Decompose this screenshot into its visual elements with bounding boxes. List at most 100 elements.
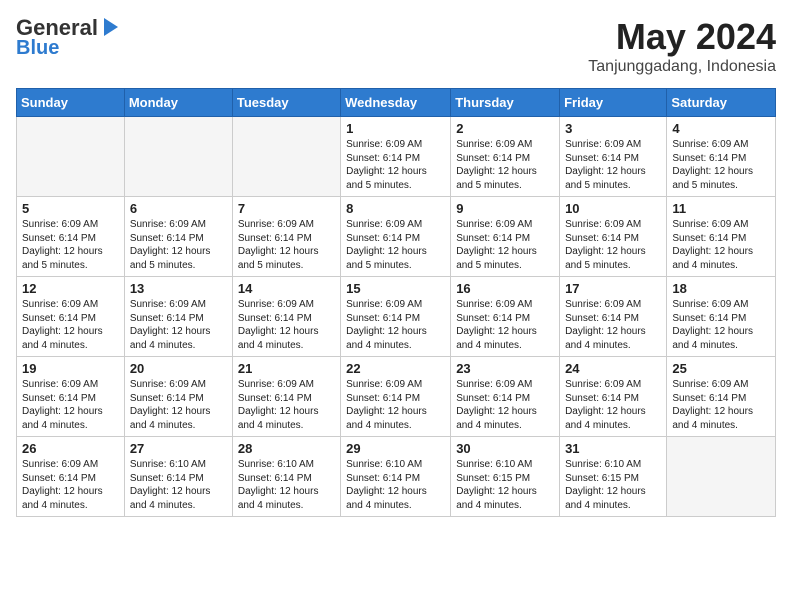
- day-info: Sunrise: 6:09 AM Sunset: 6:14 PM Dayligh…: [672, 138, 770, 192]
- calendar-week-1: 1 Sunrise: 6:09 AM Sunset: 6:14 PM Daylig…: [17, 117, 776, 197]
- calendar-cell: 28 Sunrise: 6:10 AM Sunset: 6:14 PM Dayli…: [232, 437, 340, 517]
- calendar-cell: 7 Sunrise: 6:09 AM Sunset: 6:14 PM Daylig…: [232, 197, 340, 277]
- day-number: 19: [22, 361, 119, 376]
- calendar-header-row: SundayMondayTuesdayWednesdayThursdayFrid…: [17, 89, 776, 117]
- day-number: 30: [456, 441, 554, 456]
- day-info: Sunrise: 6:09 AM Sunset: 6:14 PM Dayligh…: [130, 218, 227, 272]
- day-info: Sunrise: 6:09 AM Sunset: 6:14 PM Dayligh…: [456, 378, 554, 432]
- page-header: General Blue May 2024 Tanjunggadang, Ind…: [16, 16, 776, 76]
- month-title: May 2024: [588, 16, 776, 58]
- day-info: Sunrise: 6:09 AM Sunset: 6:14 PM Dayligh…: [565, 138, 661, 192]
- title-block: May 2024 Tanjunggadang, Indonesia: [588, 16, 776, 76]
- day-info: Sunrise: 6:09 AM Sunset: 6:14 PM Dayligh…: [130, 378, 227, 432]
- calendar-cell: 30 Sunrise: 6:10 AM Sunset: 6:15 PM Dayli…: [451, 437, 560, 517]
- calendar-cell: 1 Sunrise: 6:09 AM Sunset: 6:14 PM Daylig…: [341, 117, 451, 197]
- day-number: 2: [456, 121, 554, 136]
- calendar-cell: 16 Sunrise: 6:09 AM Sunset: 6:14 PM Dayli…: [451, 277, 560, 357]
- calendar-cell: 18 Sunrise: 6:09 AM Sunset: 6:14 PM Dayli…: [667, 277, 776, 357]
- calendar-cell: 31 Sunrise: 6:10 AM Sunset: 6:15 PM Dayli…: [560, 437, 667, 517]
- day-number: 27: [130, 441, 227, 456]
- day-info: Sunrise: 6:10 AM Sunset: 6:14 PM Dayligh…: [238, 458, 335, 512]
- day-number: 15: [346, 281, 445, 296]
- calendar-cell: 10 Sunrise: 6:09 AM Sunset: 6:14 PM Dayli…: [560, 197, 667, 277]
- calendar-cell: 6 Sunrise: 6:09 AM Sunset: 6:14 PM Daylig…: [124, 197, 232, 277]
- day-number: 26: [22, 441, 119, 456]
- day-info: Sunrise: 6:09 AM Sunset: 6:14 PM Dayligh…: [22, 218, 119, 272]
- calendar-cell: 4 Sunrise: 6:09 AM Sunset: 6:14 PM Daylig…: [667, 117, 776, 197]
- day-number: 7: [238, 201, 335, 216]
- day-info: Sunrise: 6:09 AM Sunset: 6:14 PM Dayligh…: [565, 378, 661, 432]
- day-number: 10: [565, 201, 661, 216]
- day-number: 23: [456, 361, 554, 376]
- day-info: Sunrise: 6:09 AM Sunset: 6:14 PM Dayligh…: [238, 378, 335, 432]
- calendar-cell: 22 Sunrise: 6:09 AM Sunset: 6:14 PM Dayli…: [341, 357, 451, 437]
- day-info: Sunrise: 6:09 AM Sunset: 6:14 PM Dayligh…: [22, 298, 119, 352]
- calendar-cell: 25 Sunrise: 6:09 AM Sunset: 6:14 PM Dayli…: [667, 357, 776, 437]
- calendar-week-5: 26Sunrise: 6:09 AM Sunset: 6:14 PM Dayli…: [17, 437, 776, 517]
- weekday-header-monday: Monday: [124, 89, 232, 117]
- day-number: 25: [672, 361, 770, 376]
- day-info: Sunrise: 6:09 AM Sunset: 6:14 PM Dayligh…: [672, 298, 770, 352]
- day-number: 4: [672, 121, 770, 136]
- calendar-cell: 14 Sunrise: 6:09 AM Sunset: 6:14 PM Dayli…: [232, 277, 340, 357]
- calendar-cell: 21Sunrise: 6:09 AM Sunset: 6:14 PM Dayli…: [232, 357, 340, 437]
- calendar-cell: 15 Sunrise: 6:09 AM Sunset: 6:14 PM Dayli…: [341, 277, 451, 357]
- logo-blue: Blue: [16, 37, 120, 60]
- day-info: Sunrise: 6:09 AM Sunset: 6:14 PM Dayligh…: [672, 218, 770, 272]
- calendar-cell: 11Sunrise: 6:09 AM Sunset: 6:14 PM Dayli…: [667, 197, 776, 277]
- day-number: 12: [22, 281, 119, 296]
- calendar-cell: 12 Sunrise: 6:09 AM Sunset: 6:14 PM Dayli…: [17, 277, 125, 357]
- day-number: 17: [565, 281, 661, 296]
- calendar-body: 1 Sunrise: 6:09 AM Sunset: 6:14 PM Daylig…: [17, 117, 776, 517]
- day-info: Sunrise: 6:09 AM Sunset: 6:14 PM Dayligh…: [346, 138, 445, 192]
- logo-arrow-icon: [100, 16, 120, 38]
- calendar-cell: 17 Sunrise: 6:09 AM Sunset: 6:14 PM Dayli…: [560, 277, 667, 357]
- day-info: Sunrise: 6:09 AM Sunset: 6:14 PM Dayligh…: [565, 218, 661, 272]
- day-info: Sunrise: 6:09 AM Sunset: 6:14 PM Dayligh…: [346, 378, 445, 432]
- calendar-cell: 9Sunrise: 6:09 AM Sunset: 6:14 PM Daylig…: [451, 197, 560, 277]
- calendar-cell: 27 Sunrise: 6:10 AM Sunset: 6:14 PM Dayli…: [124, 437, 232, 517]
- calendar-cell: 20 Sunrise: 6:09 AM Sunset: 6:14 PM Dayli…: [124, 357, 232, 437]
- calendar-cell: 29 Sunrise: 6:10 AM Sunset: 6:14 PM Dayli…: [341, 437, 451, 517]
- day-info: Sunrise: 6:09 AM Sunset: 6:14 PM Dayligh…: [456, 138, 554, 192]
- weekday-header-wednesday: Wednesday: [341, 89, 451, 117]
- day-number: 8: [346, 201, 445, 216]
- day-info: Sunrise: 6:09 AM Sunset: 6:14 PM Dayligh…: [346, 218, 445, 272]
- day-info: Sunrise: 6:10 AM Sunset: 6:14 PM Dayligh…: [130, 458, 227, 512]
- calendar-cell: [17, 117, 125, 197]
- day-number: 22: [346, 361, 445, 376]
- day-number: 28: [238, 441, 335, 456]
- day-info: Sunrise: 6:09 AM Sunset: 6:14 PM Dayligh…: [346, 298, 445, 352]
- day-info: Sunrise: 6:09 AM Sunset: 6:14 PM Dayligh…: [565, 298, 661, 352]
- day-number: 20: [130, 361, 227, 376]
- calendar-cell: 23 Sunrise: 6:09 AM Sunset: 6:14 PM Dayli…: [451, 357, 560, 437]
- day-info: Sunrise: 6:10 AM Sunset: 6:15 PM Dayligh…: [565, 458, 661, 512]
- day-info: Sunrise: 6:09 AM Sunset: 6:14 PM Dayligh…: [456, 298, 554, 352]
- weekday-header-tuesday: Tuesday: [232, 89, 340, 117]
- day-info: Sunrise: 6:10 AM Sunset: 6:15 PM Dayligh…: [456, 458, 554, 512]
- calendar-cell: [232, 117, 340, 197]
- day-info: Sunrise: 6:09 AM Sunset: 6:14 PM Dayligh…: [238, 298, 335, 352]
- day-number: 14: [238, 281, 335, 296]
- calendar-week-4: 19 Sunrise: 6:09 AM Sunset: 6:14 PM Dayli…: [17, 357, 776, 437]
- day-number: 16: [456, 281, 554, 296]
- day-info: Sunrise: 6:10 AM Sunset: 6:14 PM Dayligh…: [346, 458, 445, 512]
- calendar-table: SundayMondayTuesdayWednesdayThursdayFrid…: [16, 88, 776, 517]
- day-info: Sunrise: 6:09 AM Sunset: 6:14 PM Dayligh…: [672, 378, 770, 432]
- day-info: Sunrise: 6:09 AM Sunset: 6:14 PM Dayligh…: [130, 298, 227, 352]
- day-number: 31: [565, 441, 661, 456]
- calendar-cell: [667, 437, 776, 517]
- calendar-week-3: 12 Sunrise: 6:09 AM Sunset: 6:14 PM Dayli…: [17, 277, 776, 357]
- calendar-cell: 3Sunrise: 6:09 AM Sunset: 6:14 PM Daylig…: [560, 117, 667, 197]
- day-number: 6: [130, 201, 227, 216]
- day-info: Sunrise: 6:09 AM Sunset: 6:14 PM Dayligh…: [456, 218, 554, 272]
- calendar-cell: 24Sunrise: 6:09 AM Sunset: 6:14 PM Dayli…: [560, 357, 667, 437]
- day-number: 29: [346, 441, 445, 456]
- weekday-header-friday: Friday: [560, 89, 667, 117]
- day-number: 18: [672, 281, 770, 296]
- day-info: Sunrise: 6:09 AM Sunset: 6:14 PM Dayligh…: [238, 218, 335, 272]
- calendar-week-2: 5Sunrise: 6:09 AM Sunset: 6:14 PM Daylig…: [17, 197, 776, 277]
- day-number: 13: [130, 281, 227, 296]
- day-number: 1: [346, 121, 445, 136]
- calendar-cell: 19Sunrise: 6:09 AM Sunset: 6:14 PM Dayli…: [17, 357, 125, 437]
